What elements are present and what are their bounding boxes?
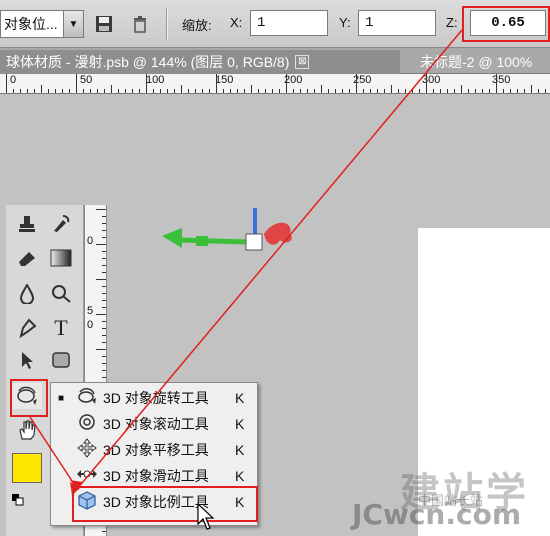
annotation-line-z [71, 29, 463, 496]
watermark-url: JCwcn.com [352, 498, 522, 531]
annotation-lines [29, 29, 463, 496]
annotation-line-tool [29, 416, 79, 491]
